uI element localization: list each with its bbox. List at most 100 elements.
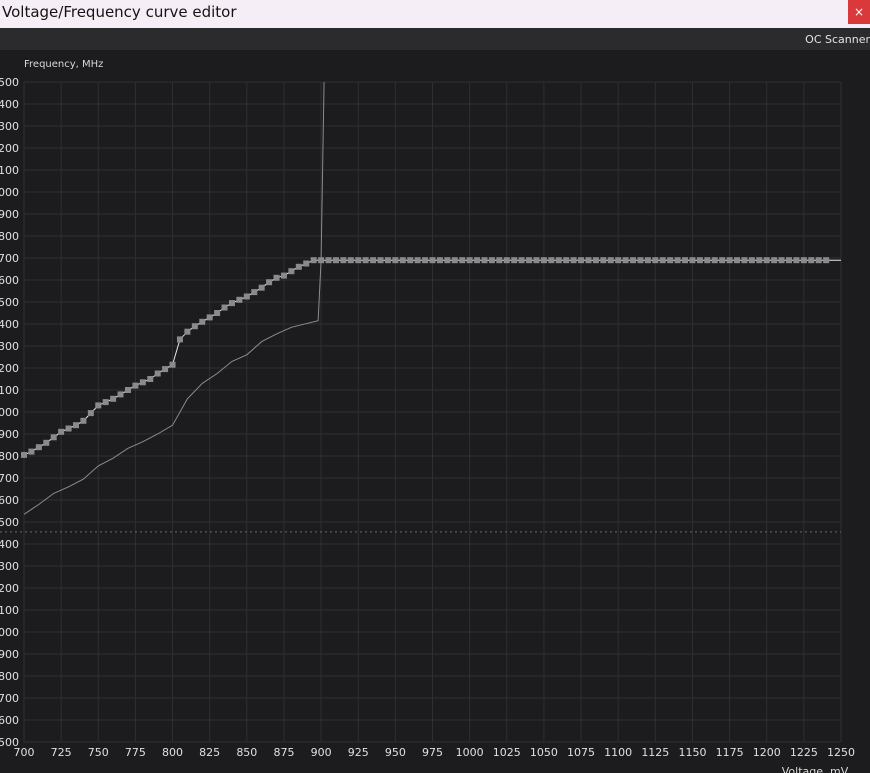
curve-point[interactable] bbox=[748, 257, 755, 264]
curve-point[interactable] bbox=[355, 257, 362, 264]
curve-point[interactable] bbox=[667, 257, 674, 264]
curve-point[interactable] bbox=[563, 257, 570, 264]
curve-point[interactable] bbox=[80, 417, 87, 424]
curve-point[interactable] bbox=[786, 257, 793, 264]
curve-point[interactable] bbox=[578, 257, 585, 264]
curve-point[interactable] bbox=[288, 268, 295, 275]
curve-point[interactable] bbox=[102, 399, 109, 406]
curve-point[interactable] bbox=[162, 366, 169, 373]
curve-point[interactable] bbox=[511, 257, 518, 264]
curve-point[interactable] bbox=[778, 257, 785, 264]
curve-point[interactable] bbox=[124, 387, 131, 393]
curve-point[interactable] bbox=[228, 300, 235, 307]
curve-point[interactable] bbox=[540, 257, 547, 264]
curve-point[interactable] bbox=[21, 451, 27, 458]
curve-point[interactable] bbox=[726, 257, 733, 264]
curve-point[interactable] bbox=[206, 314, 213, 321]
curve-point[interactable] bbox=[600, 257, 607, 264]
curve-point[interactable] bbox=[258, 284, 265, 291]
curve-point[interactable] bbox=[704, 257, 711, 264]
curve-point[interactable] bbox=[407, 257, 414, 264]
curve-point[interactable] bbox=[756, 257, 763, 264]
curve-point[interactable] bbox=[444, 257, 451, 264]
curve-point[interactable] bbox=[459, 257, 466, 264]
curve-point[interactable] bbox=[110, 395, 117, 402]
curve-point[interactable] bbox=[370, 257, 377, 264]
curve-point[interactable] bbox=[176, 336, 183, 343]
curve-point[interactable] bbox=[199, 318, 206, 325]
curve-point[interactable] bbox=[266, 279, 273, 286]
curve-point[interactable] bbox=[273, 274, 280, 281]
edited-curve-layer[interactable] bbox=[21, 257, 841, 458]
curve-point[interactable] bbox=[310, 257, 317, 264]
curve-point[interactable] bbox=[377, 257, 384, 264]
curve-point[interactable] bbox=[117, 391, 124, 398]
curve-point[interactable] bbox=[696, 257, 703, 264]
curve-point[interactable] bbox=[58, 428, 65, 435]
curve-point[interactable] bbox=[496, 257, 503, 264]
curve-point[interactable] bbox=[548, 257, 555, 264]
curve-point[interactable] bbox=[533, 257, 540, 264]
curve-point[interactable] bbox=[184, 328, 191, 335]
curve-point[interactable] bbox=[50, 434, 57, 441]
curve-point[interactable] bbox=[637, 257, 644, 264]
curve-point[interactable] bbox=[734, 257, 741, 264]
curve-point[interactable] bbox=[466, 257, 473, 264]
curve-point[interactable] bbox=[622, 257, 629, 264]
curve-point[interactable] bbox=[429, 257, 436, 264]
curve-point[interactable] bbox=[644, 257, 651, 264]
curve-point[interactable] bbox=[503, 257, 510, 264]
curve-point[interactable] bbox=[422, 257, 429, 264]
curve-point[interactable] bbox=[169, 361, 176, 368]
curve-point[interactable] bbox=[95, 402, 102, 409]
curve-point[interactable] bbox=[340, 257, 347, 264]
curve-point[interactable] bbox=[800, 257, 807, 264]
curve-point[interactable] bbox=[139, 379, 146, 386]
vf-curve-chart[interactable]: 5006007008009001000110012001300140015001… bbox=[0, 0, 870, 773]
curve-point[interactable] bbox=[488, 257, 495, 264]
curve-point[interactable] bbox=[147, 376, 154, 382]
curve-point[interactable] bbox=[214, 310, 221, 316]
curve-point[interactable] bbox=[741, 257, 748, 264]
curve-point[interactable] bbox=[555, 257, 562, 264]
curve-point[interactable] bbox=[615, 257, 622, 264]
curve-point[interactable] bbox=[592, 257, 599, 264]
curve-point[interactable] bbox=[251, 289, 258, 296]
curve-point[interactable] bbox=[43, 439, 50, 446]
curve-point[interactable] bbox=[35, 444, 42, 451]
curve-point[interactable] bbox=[191, 323, 198, 330]
curve-point[interactable] bbox=[347, 257, 354, 264]
curve-point[interactable] bbox=[236, 296, 243, 303]
curve-point[interactable] bbox=[318, 257, 325, 264]
curve-point[interactable] bbox=[332, 257, 339, 264]
curve-point[interactable] bbox=[763, 257, 770, 264]
curve-point[interactable] bbox=[674, 257, 681, 264]
curve-point[interactable] bbox=[630, 257, 637, 264]
curve-point[interactable] bbox=[659, 257, 666, 264]
curve-point[interactable] bbox=[771, 257, 778, 264]
curve-point[interactable] bbox=[815, 257, 822, 264]
curve-point[interactable] bbox=[526, 257, 533, 264]
curve-point[interactable] bbox=[87, 410, 94, 417]
curve-point[interactable] bbox=[65, 425, 72, 432]
curve-point[interactable] bbox=[295, 263, 302, 270]
curve-point[interactable] bbox=[518, 257, 525, 264]
curve-point[interactable] bbox=[72, 422, 79, 429]
curve-point[interactable] bbox=[280, 272, 287, 279]
curve-point[interactable] bbox=[28, 448, 35, 455]
curve-point[interactable] bbox=[384, 257, 391, 264]
curve-point[interactable] bbox=[303, 260, 310, 267]
curve-point[interactable] bbox=[570, 257, 577, 264]
curve-point[interactable] bbox=[451, 257, 458, 264]
curve-point[interactable] bbox=[132, 382, 139, 389]
curve-point[interactable] bbox=[823, 257, 830, 264]
curve-point[interactable] bbox=[362, 257, 369, 264]
curve-point[interactable] bbox=[607, 257, 614, 264]
curve-point[interactable] bbox=[436, 257, 443, 264]
curve-point[interactable] bbox=[719, 257, 726, 264]
curve-point[interactable] bbox=[793, 257, 800, 264]
curve-point[interactable] bbox=[585, 257, 592, 264]
curve-point[interactable] bbox=[711, 257, 718, 264]
curve-point[interactable] bbox=[399, 257, 406, 264]
curve-point[interactable] bbox=[221, 304, 228, 311]
